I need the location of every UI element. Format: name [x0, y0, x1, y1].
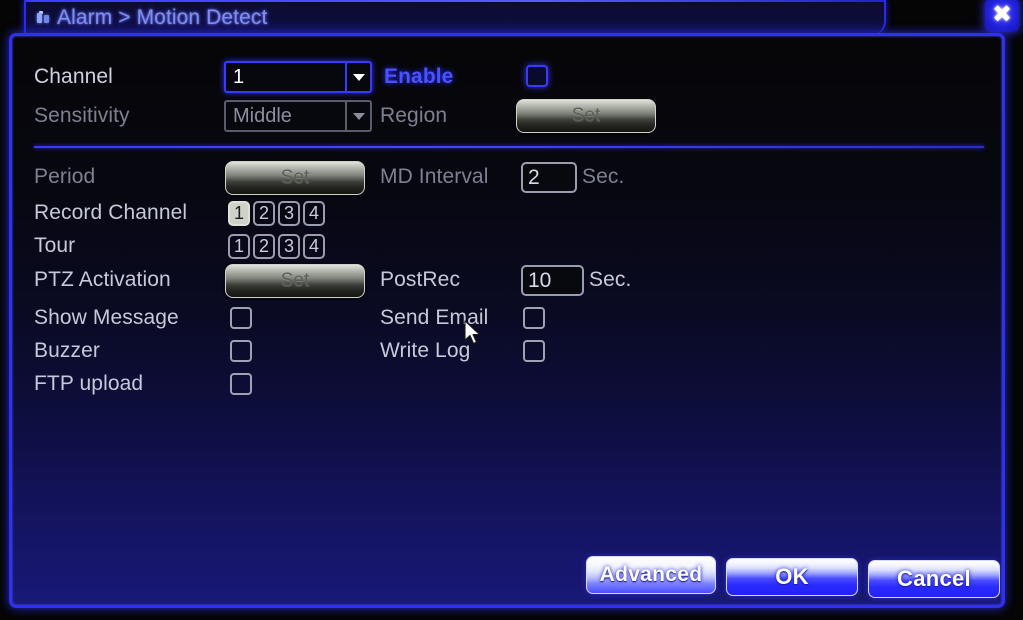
advanced-button-label: Advanced — [599, 563, 703, 586]
region-set-button[interactable]: Set — [516, 99, 656, 133]
enable-label: Enable — [384, 65, 454, 88]
close-button[interactable]: ✖ — [985, 0, 1019, 32]
channel-select-value: 1 — [233, 65, 245, 88]
section-divider — [34, 146, 984, 148]
sensitivity-select[interactable]: Middle — [224, 100, 372, 132]
channel-label: Channel — [34, 65, 113, 88]
motion-detect-dialog: Channel 1 Enable Sensitivity Middle Regi… — [9, 33, 1005, 608]
send-email-label: Send Email — [380, 306, 489, 329]
channel-select[interactable]: 1 — [224, 61, 372, 93]
sensitivity-select-value: Middle — [233, 104, 292, 127]
period-set-button[interactable]: Set — [225, 161, 365, 195]
close-icon: ✖ — [991, 0, 1013, 28]
enable-checkbox[interactable] — [526, 65, 548, 87]
region-set-button-label: Set — [571, 105, 601, 126]
tour-4[interactable]: 4 — [303, 234, 325, 259]
md-interval-label: MD Interval — [380, 165, 489, 188]
chevron-down-icon — [345, 63, 370, 91]
record-channel-2[interactable]: 2 — [253, 201, 275, 226]
cancel-button-label: Cancel — [897, 566, 971, 591]
ptz-activation-set-button-label: Set — [280, 270, 310, 291]
buzzer-checkbox[interactable] — [230, 340, 252, 362]
ftp-upload-checkbox[interactable] — [230, 373, 252, 395]
record-channel-4[interactable]: 4 — [303, 201, 325, 226]
tour-label: Tour — [34, 234, 76, 257]
alarm-icon — [36, 10, 50, 26]
tour-3[interactable]: 3 — [278, 234, 300, 259]
show-message-label: Show Message — [34, 306, 179, 329]
sensitivity-label: Sensitivity — [34, 104, 130, 127]
postrec-label: PostRec — [380, 268, 461, 291]
write-log-checkbox[interactable] — [523, 340, 545, 362]
postrec-input[interactable]: 10 — [521, 265, 584, 296]
ok-button[interactable]: OK — [726, 558, 858, 596]
ok-button-label: OK — [775, 564, 809, 589]
show-message-checkbox[interactable] — [230, 307, 252, 329]
region-label: Region — [380, 104, 448, 127]
record-channel-label: Record Channel — [34, 201, 188, 224]
postrec-unit: Sec. — [589, 268, 632, 291]
window-titlebar: Alarm > Motion Detect — [24, 0, 886, 35]
advanced-button[interactable]: Advanced — [586, 556, 716, 594]
ftp-upload-label: FTP upload — [34, 372, 144, 395]
record-channel-toggle-group: 1 2 3 4 — [228, 201, 325, 226]
send-email-checkbox[interactable] — [523, 307, 545, 329]
cancel-button[interactable]: Cancel — [868, 560, 1000, 598]
record-channel-3[interactable]: 3 — [278, 201, 300, 226]
md-interval-input[interactable]: 2 — [521, 162, 577, 193]
period-set-button-label: Set — [280, 167, 310, 188]
buzzer-label: Buzzer — [34, 339, 100, 362]
tour-1[interactable]: 1 — [228, 234, 250, 259]
nvr-screen: Alarm > Motion Detect ✖ Channel 1 Enable… — [0, 0, 1023, 620]
chevron-down-icon — [345, 102, 370, 130]
record-channel-1[interactable]: 1 — [228, 201, 250, 226]
ptz-activation-label: PTZ Activation — [34, 268, 171, 291]
ptz-activation-set-button[interactable]: Set — [225, 264, 365, 298]
period-label: Period — [34, 165, 96, 188]
write-log-label: Write Log — [380, 339, 471, 362]
tour-2[interactable]: 2 — [253, 234, 275, 259]
md-interval-unit: Sec. — [582, 165, 625, 188]
page-title: Alarm > Motion Detect — [57, 5, 268, 29]
tour-toggle-group: 1 2 3 4 — [228, 234, 325, 259]
